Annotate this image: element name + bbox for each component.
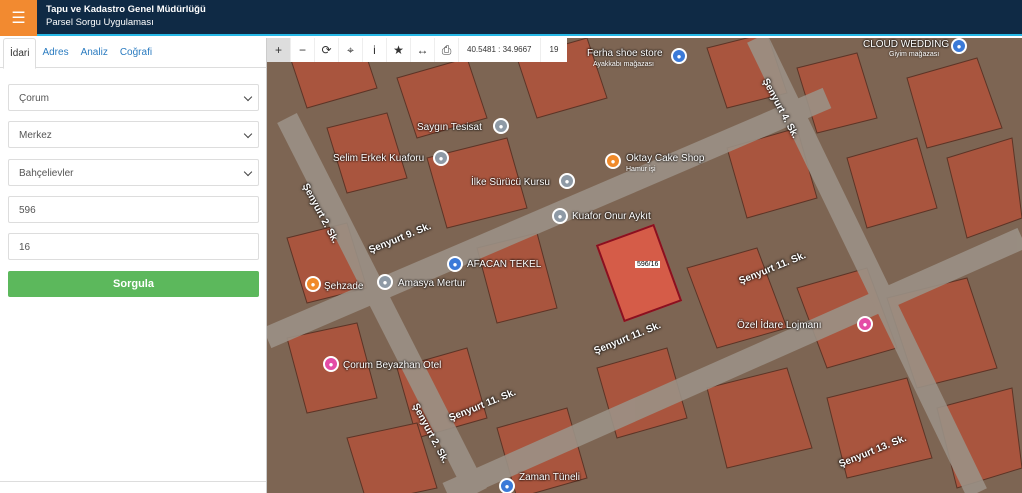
minus-icon[interactable]: − xyxy=(291,38,315,62)
map-view[interactable]: + − ⟳ ⌖ i ★ ↔ ⎙ 40.5481 : 34.9667 19 596… xyxy=(267,38,1022,493)
ada-input[interactable]: 596 xyxy=(8,196,259,223)
poi-sub: Hamur işi xyxy=(626,166,656,173)
poi-label[interactable]: Oktay Cake Shop xyxy=(626,153,704,164)
mahalle-select[interactable]: Bahçelievler xyxy=(8,159,259,186)
map-toolbar: + − ⟳ ⌖ i ★ ↔ ⎙ 40.5481 : 34.9667 19 xyxy=(267,38,568,62)
poi-label[interactable]: Ferha shoe store xyxy=(587,48,663,59)
poi-label[interactable]: CLOUD WEDDING xyxy=(863,39,949,50)
tab-adres[interactable]: Adres xyxy=(36,38,74,67)
shop-pin-icon[interactable]: ● xyxy=(499,478,515,493)
poi-label[interactable]: Saygın Tesisat xyxy=(417,122,482,133)
poi-label[interactable]: AFACAN TEKEL xyxy=(467,259,541,270)
tab-idari[interactable]: İdari xyxy=(3,38,37,69)
poi-label[interactable]: Özel İdare Lojmanı xyxy=(737,320,822,331)
crosshair-icon[interactable]: ⌖ xyxy=(339,38,363,62)
refresh-icon[interactable]: ⟳ xyxy=(315,38,339,62)
place-pin-icon[interactable]: ● xyxy=(552,208,568,224)
app-subtitle: Parsel Sorgu Uygulaması xyxy=(46,17,154,28)
place-pin-icon[interactable]: ● xyxy=(493,118,509,134)
shop-pin-icon[interactable]: ● xyxy=(671,48,687,64)
poi-label[interactable]: İlke Sürücü Kursu xyxy=(471,177,550,188)
plus-icon[interactable]: + xyxy=(267,38,291,62)
lodging-pin-icon[interactable]: ● xyxy=(857,316,873,332)
app-header: ☰ Tapu ve Kadastro Genel Müdürlüğü Parse… xyxy=(0,0,1022,36)
measure-icon[interactable]: ↔ xyxy=(411,38,435,62)
coordinate-display: 40.5481 : 34.9667 xyxy=(459,38,541,62)
app-title: Tapu ve Kadastro Genel Müdürlüğü xyxy=(46,4,206,15)
tab-analiz[interactable]: Analiz xyxy=(75,38,114,67)
shop-pin-icon[interactable]: ● xyxy=(447,256,463,272)
tab-bar: İdari Adres Analiz Coğrafi xyxy=(0,38,266,69)
food-pin-icon[interactable]: ● xyxy=(305,276,321,292)
tab-cografi[interactable]: Coğrafi xyxy=(114,38,158,67)
place-pin-icon[interactable]: ● xyxy=(559,173,575,189)
sidebar-footer xyxy=(0,481,266,493)
place-pin-icon[interactable]: ● xyxy=(377,274,393,290)
zoom-level: 19 xyxy=(549,45,559,54)
il-select[interactable]: Çorum xyxy=(8,84,259,111)
poi-sub: Ayakkabı mağazası xyxy=(593,61,654,68)
poi-label[interactable]: Kuafor Onur Aykıt xyxy=(572,211,651,222)
print-icon[interactable]: ⎙ xyxy=(435,38,459,62)
poi-label[interactable]: Çorum Beyazhan Otel xyxy=(343,360,441,371)
sidebar: İdari Adres Analiz Coğrafi Çorum Merkez … xyxy=(0,38,267,493)
info-icon[interactable]: i xyxy=(363,38,387,62)
poi-sub: Giyim mağazası xyxy=(889,51,940,58)
lodging-pin-icon[interactable]: ● xyxy=(323,356,339,372)
poi-label[interactable]: Şehzade xyxy=(324,281,363,292)
parsel-input[interactable]: 16 xyxy=(8,233,259,260)
sorgula-button[interactable]: Sorgula xyxy=(8,271,259,297)
poi-label[interactable]: Zaman Tüneli xyxy=(519,472,580,483)
star-icon[interactable]: ★ xyxy=(387,38,411,62)
parcel-label: 596/16 xyxy=(635,261,661,268)
ilce-select[interactable]: Merkez xyxy=(8,121,259,148)
poi-label[interactable]: Amasya Mertur xyxy=(398,278,466,289)
hamburger-icon[interactable]: ☰ xyxy=(0,0,37,36)
poi-label[interactable]: Selim Erkek Kuaforu xyxy=(333,153,424,164)
shop-pin-icon[interactable]: ● xyxy=(951,38,967,54)
place-pin-icon[interactable]: ● xyxy=(433,150,449,166)
food-pin-icon[interactable]: ● xyxy=(605,153,621,169)
